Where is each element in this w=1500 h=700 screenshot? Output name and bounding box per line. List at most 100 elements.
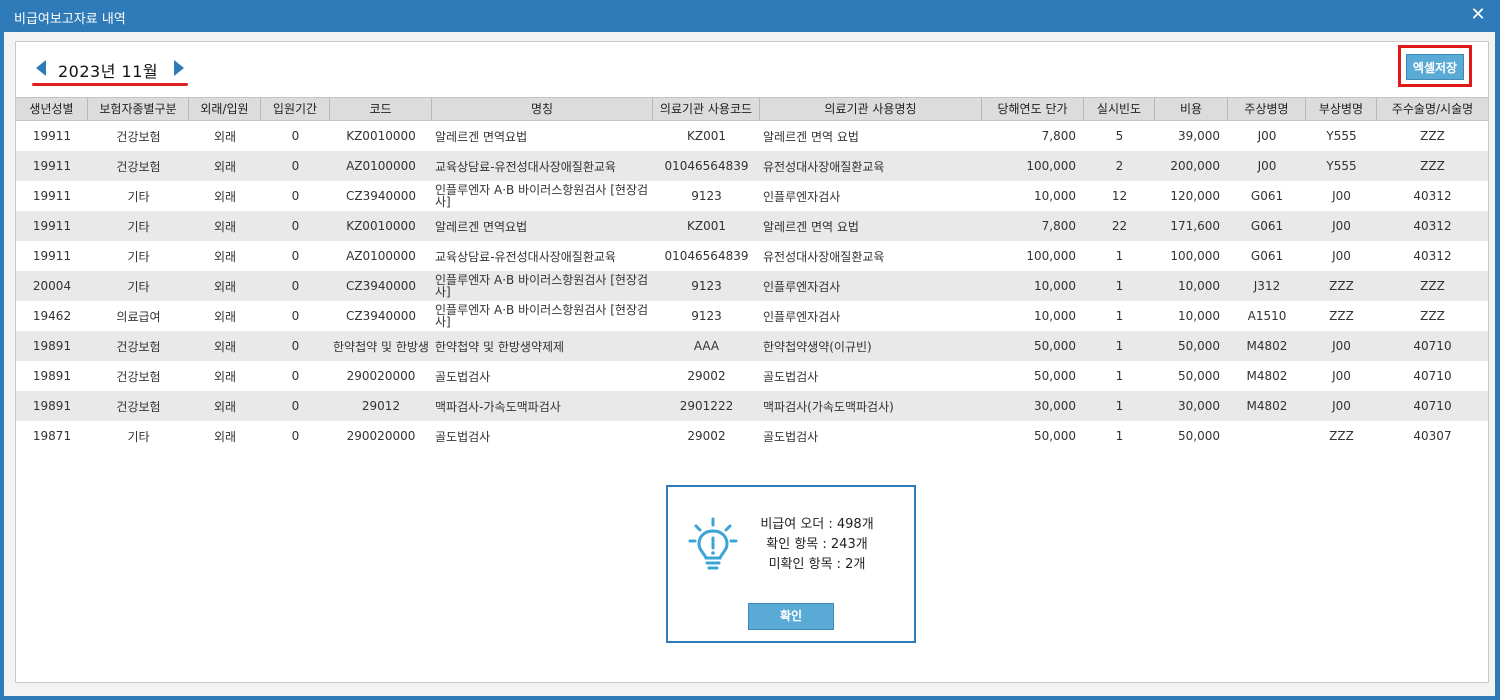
cell-admission-days: 0 bbox=[291, 429, 300, 443]
cell-cost: 10,000 bbox=[1178, 309, 1220, 323]
cell-unit-price: 100,000 bbox=[1026, 249, 1076, 263]
cell-cost: 100,000 bbox=[1170, 249, 1220, 263]
cell-unit-price: 10,000 bbox=[1034, 279, 1076, 293]
header-sub-diagnosis[interactable]: 부상병명 bbox=[1306, 98, 1377, 120]
cell-main-diagnosis: M4802 bbox=[1246, 369, 1288, 383]
cell-facility-name: 맥파검사(가속도맥파검사) bbox=[763, 399, 894, 414]
prev-month-icon[interactable] bbox=[36, 60, 46, 76]
cell-facility-code: KZ001 bbox=[687, 129, 726, 143]
header-admission-days[interactable]: 입원기간 bbox=[261, 98, 330, 120]
cell-main-diagnosis: G061 bbox=[1250, 189, 1284, 203]
cell-admission-days: 0 bbox=[291, 309, 300, 323]
table-row[interactable]: 19911 기타 외래 0 KZ0010000 알레르겐 면역요법 KZ001 알레르겐 면역… bbox=[16, 211, 1488, 241]
cell-main-diagnosis bbox=[1228, 421, 1306, 451]
cell-visit-type: 외래 bbox=[213, 399, 237, 414]
cell-visit-type: 외래 bbox=[213, 159, 237, 174]
excel-save-button[interactable]: 엑셀저장 bbox=[1406, 54, 1464, 80]
cell-frequency: 22 bbox=[1111, 219, 1128, 233]
cell-cost: 171,600 bbox=[1170, 219, 1220, 233]
cell-main-diagnosis: J00 bbox=[1257, 159, 1277, 173]
cell-code: KZ0010000 bbox=[346, 219, 416, 233]
cell-birth-gender: 19911 bbox=[32, 189, 72, 203]
cell-birth-gender: 19911 bbox=[32, 129, 72, 143]
cell-code: CZ3940000 bbox=[345, 189, 417, 203]
cell-birth-gender: 19462 bbox=[32, 309, 72, 323]
close-icon[interactable]: ✕ bbox=[1468, 5, 1488, 25]
cell-code: 한약첩약 및 한방생 bbox=[333, 339, 429, 354]
table-row[interactable]: 20004 기타 외래 0 CZ3940000 인플루엔자 A·B 바이러스항원검사 [현… bbox=[16, 271, 1488, 301]
table-row[interactable]: 19891 건강보험 외래 0 290020000 골도법검사 29002 골도법검사 50,0… bbox=[16, 361, 1488, 391]
cell-item-name: 한약첩약 및 한방생약제제 bbox=[435, 339, 565, 354]
table-row[interactable]: 19462 의료급여 외래 0 CZ3940000 인플루엔자 A·B 바이러스항원검사 … bbox=[16, 301, 1488, 331]
header-main-diagnosis[interactable]: 주상병명 bbox=[1228, 98, 1306, 120]
cell-frequency: 1 bbox=[1115, 429, 1124, 443]
cell-unit-price: 30,000 bbox=[1034, 399, 1076, 413]
cell-code: 290020000 bbox=[346, 369, 416, 383]
cell-insurer-type: 기타 bbox=[127, 279, 150, 294]
cell-sub-diagnosis: Y555 bbox=[1326, 159, 1357, 173]
cell-visit-type: 외래 bbox=[213, 249, 237, 264]
cell-admission-days: 0 bbox=[291, 219, 300, 233]
cell-facility-code: KZ001 bbox=[687, 219, 726, 233]
cell-insurer-type: 건강보험 bbox=[116, 129, 161, 144]
cell-facility-name: 골도법검사 bbox=[763, 429, 819, 444]
cell-procedure-name: ZZZ bbox=[1420, 159, 1445, 173]
header-item-name[interactable]: 명칭 bbox=[432, 98, 653, 120]
header-procedure-name[interactable]: 주수술명/시술명 bbox=[1377, 98, 1488, 120]
cell-cost: 10,000 bbox=[1178, 279, 1220, 293]
confirm-button[interactable]: 확인 bbox=[748, 603, 834, 630]
cell-item-name: 맥파검사-가속도맥파검사 bbox=[435, 399, 561, 414]
cell-facility-name: 알레르겐 면역 요법 bbox=[763, 219, 859, 234]
cell-item-name: 인플루엔자 A·B 바이러스항원검사 [현장검사] bbox=[435, 183, 649, 209]
window-title: 비급여보고자료 내역 bbox=[14, 12, 126, 27]
cell-visit-type: 외래 bbox=[213, 369, 237, 384]
summary-orders: 비급여 오더 : 498개 bbox=[760, 517, 874, 532]
cell-main-diagnosis: A1510 bbox=[1247, 309, 1287, 323]
table-row[interactable]: 19911 기타 외래 0 AZ0100000 교육상담료-유전성대사장애질환교육 0104… bbox=[16, 241, 1488, 271]
cell-visit-type: 외래 bbox=[213, 129, 237, 144]
report-window: 비급여보고자료 내역 ✕ 2023년 11월 엑셀저장 생년성별 보험자종별구분 외… bbox=[0, 0, 1500, 700]
header-facility-code[interactable]: 의료기관 사용코드 bbox=[653, 98, 760, 120]
cell-item-name: 인플루엔자 A·B 바이러스항원검사 [현장검사] bbox=[435, 303, 649, 329]
header-frequency[interactable]: 실시빈도 bbox=[1084, 98, 1155, 120]
table-row[interactable]: 19891 건강보험 외래 0 한약첩약 및 한방생 한약첩약 및 한방생약제제 AAA 한약… bbox=[16, 331, 1488, 361]
cell-insurer-type: 기타 bbox=[127, 189, 150, 204]
table-row[interactable]: 19911 건강보험 외래 0 KZ0010000 알레르겐 면역요법 KZ001 알레르겐 … bbox=[16, 121, 1488, 151]
header-cost[interactable]: 비용 bbox=[1155, 98, 1228, 120]
cell-code: CZ3940000 bbox=[345, 309, 417, 323]
header-visit-type[interactable]: 외래/입원 bbox=[189, 98, 261, 120]
excel-highlight: 엑셀저장 bbox=[1398, 45, 1472, 87]
month-label: 2023년 11월 bbox=[58, 62, 159, 81]
table-row[interactable]: 19891 건강보험 외래 0 29012 맥파검사-가속도맥파검사 2901222 맥파검사… bbox=[16, 391, 1488, 421]
cell-sub-diagnosis: ZZZ bbox=[1329, 309, 1354, 323]
cell-procedure-name: 40312 bbox=[1413, 189, 1452, 203]
header-birth-gender[interactable]: 생년성별 bbox=[16, 98, 88, 120]
cell-procedure-name: 40710 bbox=[1413, 399, 1452, 413]
summary-unchecked: 미확인 항목 : 2개 bbox=[768, 557, 866, 572]
header-insurer-type[interactable]: 보험자종별구분 bbox=[88, 98, 189, 120]
table-row[interactable]: 19871 기타 외래 0 290020000 골도법검사 29002 골도법검사 50,000… bbox=[16, 421, 1488, 451]
cell-insurer-type: 기타 bbox=[127, 429, 150, 444]
cell-item-name: 인플루엔자 A·B 바이러스항원검사 [현장검사] bbox=[435, 273, 649, 299]
cell-facility-code: 9123 bbox=[691, 189, 722, 203]
cell-birth-gender: 19911 bbox=[32, 159, 72, 173]
cell-facility-name: 유전성대사장애질환교육 bbox=[763, 249, 885, 264]
cell-facility-name: 인플루엔자검사 bbox=[763, 279, 841, 294]
cell-facility-name: 골도법검사 bbox=[763, 369, 819, 384]
cell-unit-price: 100,000 bbox=[1026, 159, 1076, 173]
table-row[interactable]: 19911 건강보험 외래 0 AZ0100000 교육상담료-유전성대사장애질환교육 01… bbox=[16, 151, 1488, 181]
cell-main-diagnosis: G061 bbox=[1250, 249, 1284, 263]
header-code[interactable]: 코드 bbox=[330, 98, 432, 120]
cell-admission-days: 0 bbox=[291, 189, 300, 203]
header-unit-price[interactable]: 당해연도 단가 bbox=[982, 98, 1084, 120]
cell-sub-diagnosis: ZZZ bbox=[1329, 429, 1354, 443]
cell-code: KZ0010000 bbox=[346, 129, 416, 143]
next-month-icon[interactable] bbox=[174, 60, 184, 76]
header-facility-name[interactable]: 의료기관 사용명칭 bbox=[760, 98, 982, 120]
cell-birth-gender: 19891 bbox=[32, 399, 72, 413]
table-row[interactable]: 19911 기타 외래 0 CZ3940000 인플루엔자 A·B 바이러스항원검사 [현… bbox=[16, 181, 1488, 211]
cell-insurer-type: 기타 bbox=[127, 219, 150, 234]
cell-frequency: 1 bbox=[1115, 249, 1124, 263]
cell-visit-type: 외래 bbox=[213, 189, 237, 204]
cell-main-diagnosis: J00 bbox=[1257, 129, 1277, 143]
